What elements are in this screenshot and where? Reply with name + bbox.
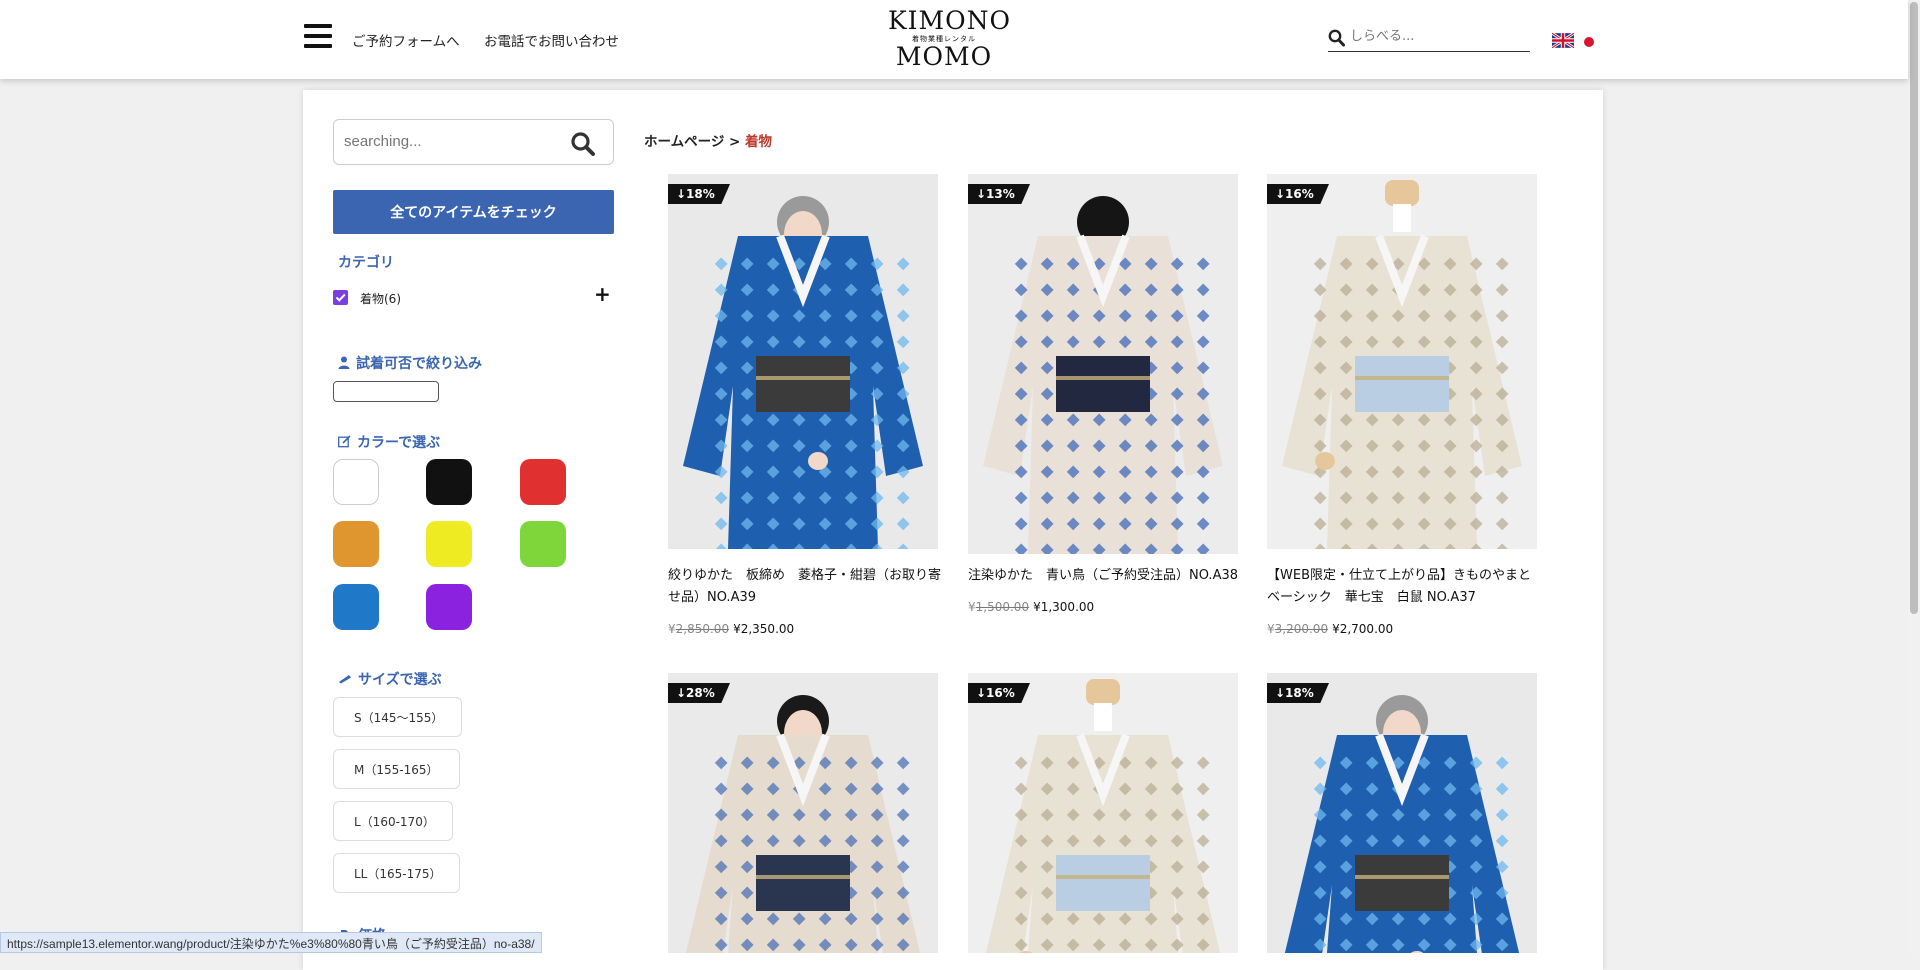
color-swatch[interactable] [426,584,472,630]
old-price: 3,200.00 [1274,622,1329,636]
sale-price: ¥1,300.00 [1033,600,1095,614]
color-filter-label: カラーで選ぶ [357,435,441,451]
scrollbar-thumb[interactable] [1910,2,1918,614]
product-image[interactable]: ↓18% [1267,673,1537,953]
product-title[interactable]: 【WEB限定・仕立て上がり品】きものやまと ベーシック 華七宝 白鼠 NO.A3… [1267,565,1542,609]
breadcrumb-separator: > [729,134,741,150]
color-swatch[interactable] [520,459,566,505]
site-header: ご予約フォームへ お電話でお問い合わせ KIMONO 着物業種レンタル MOMO [0,0,1908,79]
size-filter-label: サイズで選ぶ [358,672,442,688]
nav-phone-contact-link[interactable]: お電話でお問い合わせ [484,30,619,50]
old-price-currency: ¥ [968,600,976,614]
ruler-icon [339,675,351,684]
size-option-s[interactable]: S（145～155） [333,697,462,737]
color-filter-title: カラーで選ぶ [338,432,440,452]
product-price: ¥1,500.00 ¥1,300.00 [968,600,1094,614]
category-item-label[interactable]: 着物(6) [360,290,401,307]
browser-status-url: https://sample13.elementor.wang/product/… [0,932,542,953]
edit-icon [338,435,351,448]
product-price: ¥3,200.00 ¥2,700.00 [1267,622,1393,636]
discount-badge: ↓16% [1267,184,1329,204]
breadcrumb-current: 着物 [745,134,773,150]
check-all-items-button[interactable]: 全てのアイテムをチェック [333,190,614,234]
size-filter-title: サイズで選ぶ [338,669,442,689]
discount-badge: ↓18% [1267,683,1329,703]
old-price-currency: ¥ [668,622,676,636]
product-image[interactable]: ↓16% [1267,174,1537,549]
uk-flag-icon[interactable] [1551,31,1575,50]
header-search-input[interactable] [1350,29,1526,44]
product-title[interactable]: 絞りゆかた 板締め 菱格子・紺碧（お取り寄せ品）NO.A39 [668,565,943,609]
color-swatch[interactable] [520,521,566,567]
product-image[interactable]: ↓13% [968,174,1238,554]
logo-line1: KIMONO [888,6,1012,35]
size-option-l[interactable]: L（160-170） [333,801,453,841]
sidebar-search[interactable] [333,119,614,165]
site-logo[interactable]: KIMONO 着物業種レンタル MOMO [888,6,1012,71]
discount-badge: ↓13% [968,184,1030,204]
old-price-currency: ¥ [1267,622,1275,636]
old-price: 2,850.00 [675,622,730,636]
color-swatch[interactable] [333,584,379,630]
discount-badge: ↓18% [668,184,730,204]
old-price: 1,500.00 [975,600,1030,614]
sale-price: ¥2,350.00 [733,622,795,636]
size-option-m[interactable]: M（155-165） [333,749,460,789]
search-icon[interactable] [570,131,596,161]
product-image[interactable]: ↓18% [668,174,938,549]
menu-icon[interactable] [304,24,332,48]
header-search[interactable] [1328,28,1530,52]
sidebar-search-input[interactable] [344,133,564,150]
user-icon [338,356,350,369]
sale-price: ¥2,700.00 [1332,622,1394,636]
color-swatch[interactable] [426,459,472,505]
search-icon[interactable] [1328,29,1345,51]
product-image[interactable]: ↓16% [968,673,1238,953]
category-title: カテゴリ [338,255,394,271]
breadcrumb: ホームページ > 着物 [644,130,772,150]
category-checkbox[interactable] [333,290,348,305]
color-swatch[interactable] [333,459,379,505]
color-swatch[interactable] [426,521,472,567]
breadcrumb-home-link[interactable]: ホームページ [644,134,724,150]
product-title[interactable]: 注染ゆかた 青い鳥（ご予約受注品）NO.A38 [968,565,1243,587]
product-image[interactable]: ↓28% [668,673,938,953]
product-price: ¥2,850.00 ¥2,350.00 [668,622,794,636]
logo-line3: MOMO [895,42,993,71]
page-scrollbar[interactable] [1908,0,1920,953]
discount-badge: ↓28% [668,683,730,703]
color-swatch[interactable] [333,521,379,567]
tryon-filter-label: 試着可否で絞り込み [356,356,482,372]
tryon-filter-select[interactable] [333,381,439,402]
discount-badge: ↓16% [968,683,1030,703]
nav-reservation-form-link[interactable]: ご予約フォームへ [352,30,460,50]
tryon-filter-title: 試着可否で絞り込み [338,353,482,373]
expand-plus-icon[interactable]: + [594,284,611,304]
check-icon [335,293,346,302]
size-option-ll[interactable]: LL（165-175） [333,853,460,893]
japan-flag-dot-icon[interactable] [1584,37,1594,47]
